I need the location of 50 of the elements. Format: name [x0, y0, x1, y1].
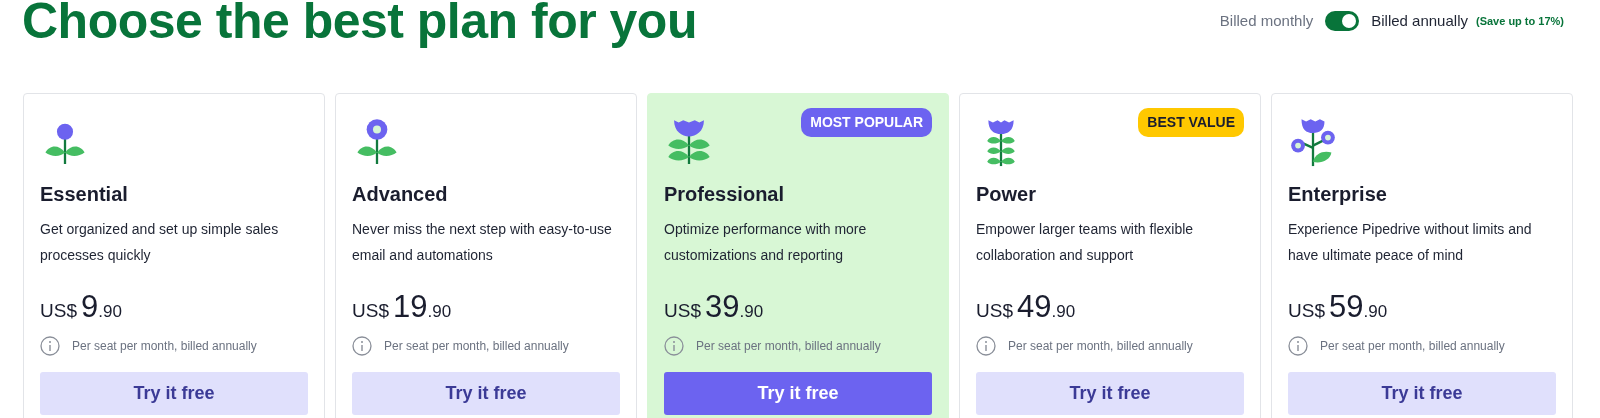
savings-note: (Save up to 17%) [1475, 14, 1564, 29]
try-free-button[interactable]: Try it free [1288, 371, 1556, 415]
info-icon [976, 335, 996, 356]
price-currency: US$ [1288, 299, 1325, 323]
plan-name: Essential [40, 182, 129, 206]
try-free-button[interactable]: Try it free [40, 371, 308, 415]
plan-description: Optimize performance with more customizations and reporting [664, 220, 868, 265]
price-currency: US$ [976, 299, 1013, 323]
price-amount: 19 [392, 290, 428, 324]
flower-icon [354, 118, 400, 167]
try-free-button[interactable]: Try it free [352, 371, 620, 415]
plan-name: Advanced [352, 182, 449, 206]
info-icon [1288, 335, 1308, 356]
price-amount: 49 [1016, 290, 1052, 324]
info-icon [352, 335, 372, 356]
price-amount: 9 [80, 290, 99, 324]
price-cents: .90 [739, 301, 764, 323]
plan-badge: MOST POPULAR [801, 108, 932, 137]
price-note: Per seat per month, billed annually [72, 337, 257, 355]
plan-name: Enterprise [1288, 182, 1388, 206]
price-note: Per seat per month, billed annually [696, 337, 881, 355]
price-currency: US$ [40, 299, 77, 323]
price-cents: .90 [98, 301, 122, 323]
price-note: Per seat per month, billed annually [384, 337, 569, 355]
plan-description: Experience Pipedrive without limits and have ultimate peace of mind [1288, 220, 1533, 265]
price-currency: US$ [664, 299, 701, 323]
price-amount: 59 [1328, 290, 1364, 324]
price-currency: US$ [352, 299, 389, 323]
flower-icon [1290, 118, 1336, 167]
info-icon [40, 335, 60, 356]
billing-option-label: Billed annually [1371, 11, 1468, 31]
billing-toggle[interactable] [1325, 11, 1360, 32]
info-icon [664, 335, 684, 356]
price-note: Per seat per month, billed annually [1320, 337, 1505, 355]
price-note: Per seat per month, billed annually [1008, 337, 1193, 355]
try-free-button[interactable]: Try it free [976, 371, 1244, 415]
billing-option-label: Billed monthly [1219, 11, 1314, 31]
flower-icon [666, 118, 712, 167]
price-cents: .90 [1051, 301, 1076, 323]
plan-description: Get organized and set up simple sales processes quickly [40, 220, 280, 265]
plan-description: Empower larger teams with flexible collaboration and support [976, 220, 1195, 265]
plan-badge: BEST VALUE [1138, 108, 1244, 137]
price-cents: .90 [1363, 301, 1388, 323]
page-heading: Choose the best plan for you [22, 0, 697, 46]
price-amount: 39 [704, 290, 740, 324]
try-free-button[interactable]: Try it free [664, 371, 932, 415]
plan-name: Power [976, 182, 1038, 206]
plan-name: Professional [664, 182, 786, 206]
price-cents: .90 [427, 301, 452, 323]
plan-description: Never miss the next step with easy-to-use email and automations [352, 220, 613, 265]
